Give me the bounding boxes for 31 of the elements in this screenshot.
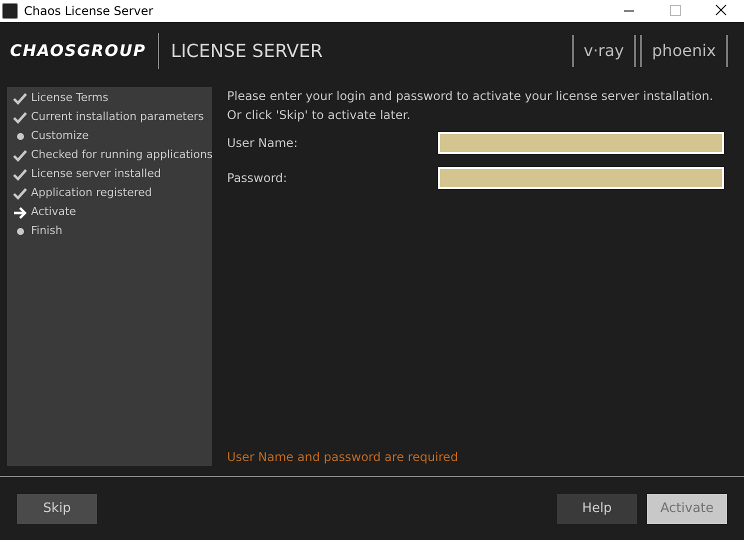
- header-title: LICENSE SERVER: [170, 40, 323, 64]
- checkmark-icon: [13, 188, 27, 200]
- step-label: Current installation parameters: [31, 109, 204, 126]
- input-field[interactable]: [438, 132, 724, 154]
- help-button[interactable]: Help: [557, 494, 637, 524]
- field-label: User Name:: [227, 134, 299, 152]
- skip-button[interactable]: Skip: [17, 494, 97, 524]
- product-logo: v·ray: [572, 35, 636, 67]
- step-label: Checked for running applications: [31, 147, 213, 164]
- step-label: Customize: [31, 128, 89, 144]
- input-field[interactable]: [438, 166, 724, 188]
- product-logo: phoenix: [640, 35, 728, 67]
- window-title: Chaos License Server: [24, 3, 154, 20]
- step-label: License Terms: [31, 90, 108, 106]
- field-label: Password:: [227, 170, 288, 186]
- checkmark-icon: [13, 112, 27, 124]
- app-icon: [2, 3, 18, 19]
- error-message: User Name and password are required: [227, 449, 460, 466]
- bullet-icon: [16, 133, 24, 140]
- instruction-text: Please enter your login and password to activate your license server installation.: [227, 88, 714, 105]
- bullet-icon: [16, 228, 24, 235]
- arrow-icon: [13, 206, 27, 218]
- step-label: Application registered: [31, 185, 152, 202]
- checkmark-icon: [13, 92, 27, 104]
- brand-logo: CHAOSGROUP: [10, 40, 146, 62]
- instruction-text: Or click 'Skip' to activate later.: [227, 107, 412, 124]
- step-label: Activate: [31, 204, 76, 220]
- checkmark-icon: [13, 150, 27, 162]
- checkmark-icon: [13, 168, 27, 180]
- step-label: Finish: [31, 223, 62, 240]
- step-label: License server installed: [31, 166, 161, 182]
